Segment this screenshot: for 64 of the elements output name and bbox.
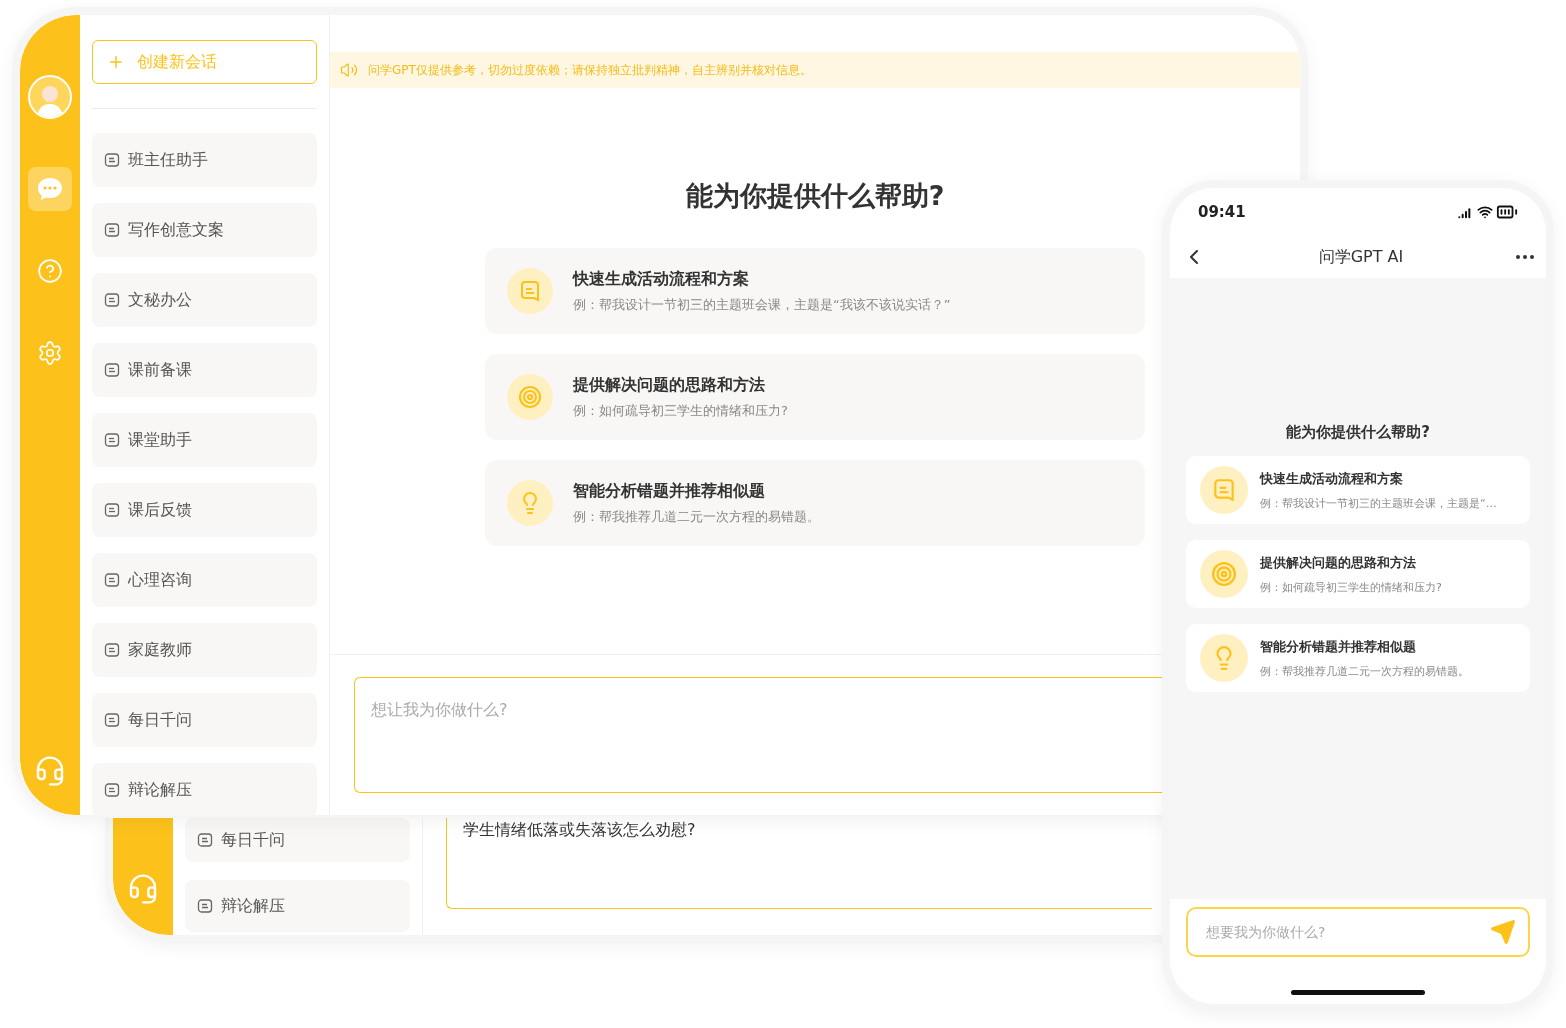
sidebar-item[interactable]: 辩论解压: [185, 880, 410, 932]
sidebar-item[interactable]: 辩论解压: [92, 763, 317, 815]
chat-square-icon: [104, 432, 120, 448]
sidebar-item[interactable]: 心理咨询: [92, 553, 317, 607]
app-title: 问学GPT AI: [1318, 246, 1404, 268]
wifi-icon: [1477, 204, 1493, 220]
chat-square-icon: [104, 642, 120, 658]
headset-icon[interactable]: [34, 755, 66, 787]
notice-text: 问学GPT仅提供参考，切勿过度依赖；请保持独立批判精神，自主辨别并核对信息。: [368, 61, 812, 79]
suggestion-card[interactable]: 提供解决问题的思路和方法 例：如何疏导初三学生的情绪和压力?: [1186, 540, 1530, 608]
chat-bubble-icon: [36, 176, 64, 202]
card-title: 智能分析错题并推荐相似题: [1260, 637, 1417, 656]
nav-button[interactable]: [28, 167, 72, 211]
card-title: 提供解决问题的思路和方法: [573, 374, 766, 396]
chat-square-icon: [104, 362, 120, 378]
suggestion-card[interactable]: 快速生成活动流程和方案 例：帮我设计一节初三的主题班会课，主题是“…: [1186, 456, 1530, 524]
suggestion-card[interactable]: 智能分析错题并推荐相似题 例：帮我推荐几道二元一次方程的易错题。: [1186, 624, 1530, 692]
card-title: 提供解决问题的思路和方法: [1260, 553, 1417, 572]
card-example: 例：帮我设计一节初三的主题班会课，主题是“…: [1260, 495, 1497, 511]
target-icon: [518, 385, 542, 409]
card-title: 快速生成活动流程和方案: [573, 268, 750, 290]
card-title: 快速生成活动流程和方案: [1260, 469, 1404, 488]
suggestion-card[interactable]: 快速生成活动流程和方案 例：帮我设计一节初三的主题班会课，主题是“我该不该说实话？”: [485, 248, 1145, 334]
card-title: 智能分析错题并推荐相似题: [573, 480, 766, 502]
chat-square-icon: [104, 502, 120, 518]
card-example: 例：帮我推荐几道二元一次方程的易错题。: [573, 507, 820, 526]
more-button[interactable]: [1516, 255, 1534, 259]
speaker-icon: [340, 61, 358, 79]
plus-icon: [107, 53, 125, 71]
input-field[interactable]: 想要我为你做什么?: [1186, 907, 1530, 957]
sidebar-item[interactable]: 班主任助手: [92, 133, 317, 187]
card-example: 例：如何疏导初三学生的情绪和压力?: [573, 401, 788, 420]
sidebar-item[interactable]: 每日千问: [92, 693, 317, 747]
heading: 能为你提供什么帮助?: [1286, 423, 1430, 442]
sidebar-item[interactable]: 课后反馈: [92, 483, 317, 537]
suggestion-card[interactable]: 智能分析错题并推荐相似题 例：帮我推荐几道二元一次方程的易错题。: [485, 460, 1145, 546]
card-example: 例：如何疏导初三学生的情绪和压力?: [1260, 579, 1442, 595]
sidebar-item[interactable]: 课前备课: [92, 343, 317, 397]
sidebar-item[interactable]: 写作创意文案: [92, 203, 317, 257]
help-icon: [37, 258, 63, 284]
chat-square-icon: [104, 572, 120, 588]
chat-square-icon: [197, 832, 213, 848]
card-example: 例：帮我推荐几道二元一次方程的易错题。: [1260, 663, 1469, 679]
suggestion-card[interactable]: 提供解决问题的思路和方法 例：如何疏导初三学生的情绪和压力?: [485, 354, 1145, 440]
status-time: 09:41: [1198, 203, 1246, 221]
chat-square-icon: [104, 782, 120, 798]
chat-square-icon: [104, 292, 120, 308]
chat-square-icon: [104, 712, 120, 728]
sidebar-item[interactable]: 家庭教师: [92, 623, 317, 677]
card-example: 例：帮我设计一节初三的主题班会课，主题是“我该不该说实话？”: [573, 295, 951, 314]
chat-square-icon: [104, 222, 120, 238]
input-field[interactable]: 想让我为你做什么?: [354, 677, 1162, 793]
send-icon[interactable]: [1490, 919, 1516, 945]
headset-icon[interactable]: [127, 873, 159, 905]
heading: 能为你提供什么帮助?: [685, 179, 945, 213]
chat-square-icon: [197, 898, 213, 914]
sidebar-item[interactable]: 每日千问: [185, 818, 410, 862]
sidebar-item[interactable]: 文秘办公: [92, 273, 317, 327]
avatar[interactable]: [28, 75, 72, 119]
sidebar-item[interactable]: 课堂助手: [92, 413, 317, 467]
chat-square-icon: [104, 152, 120, 168]
settings-icon: [37, 340, 63, 366]
target-icon: [1211, 561, 1237, 587]
more-icon: [1516, 255, 1534, 259]
